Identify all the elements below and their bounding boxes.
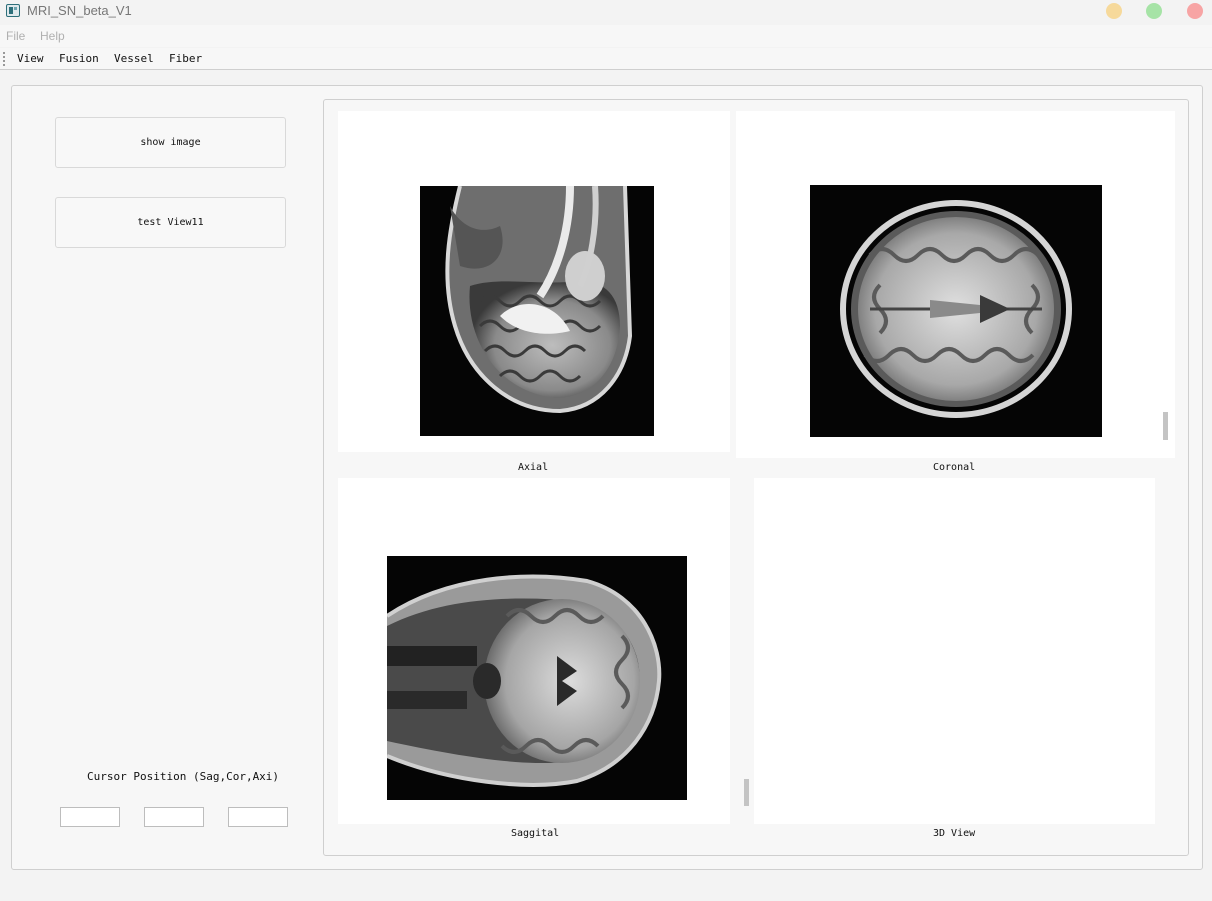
saggital-label: Saggital bbox=[511, 828, 560, 839]
coronal-scrollbar[interactable] bbox=[1163, 412, 1168, 440]
app-icon bbox=[6, 4, 20, 17]
title-bar: MRI_SN_beta_V1 bbox=[0, 0, 1212, 24]
view-3d[interactable] bbox=[754, 478, 1155, 824]
close-button[interactable] bbox=[1187, 3, 1203, 19]
coronal-label: Coronal bbox=[933, 462, 976, 473]
saggital-scrollbar[interactable] bbox=[744, 779, 749, 806]
view-3d-label: 3D View bbox=[933, 828, 976, 839]
axial-position-field[interactable] bbox=[228, 807, 288, 827]
test-view-button[interactable]: test View11 bbox=[55, 197, 286, 248]
cursor-position-label: Cursor Position (Sag,Cor,Axi) bbox=[87, 770, 280, 783]
toolbar-vessel[interactable]: Vessel bbox=[114, 52, 154, 65]
sagittal-position-field[interactable] bbox=[60, 807, 120, 827]
menu-bar: File Help bbox=[0, 25, 1212, 47]
show-image-button[interactable]: show image bbox=[55, 117, 286, 168]
menu-file[interactable]: File bbox=[6, 29, 25, 43]
toolbar-view[interactable]: View bbox=[17, 52, 44, 65]
minimize-button[interactable] bbox=[1106, 3, 1122, 19]
toolbar-grip-handle[interactable] bbox=[3, 52, 5, 66]
axial-image bbox=[420, 186, 654, 436]
coronal-position-field[interactable] bbox=[144, 807, 204, 827]
saggital-image bbox=[387, 556, 687, 800]
toolbar: View Fusion Vessel Fiber bbox=[0, 48, 1212, 70]
toolbar-fiber[interactable]: Fiber bbox=[169, 52, 202, 65]
axial-label: Axial bbox=[518, 462, 549, 473]
coronal-image bbox=[810, 185, 1102, 437]
window-title: MRI_SN_beta_V1 bbox=[27, 3, 132, 18]
menu-help[interactable]: Help bbox=[40, 29, 65, 43]
maximize-button[interactable] bbox=[1146, 3, 1162, 19]
toolbar-fusion[interactable]: Fusion bbox=[59, 52, 99, 65]
